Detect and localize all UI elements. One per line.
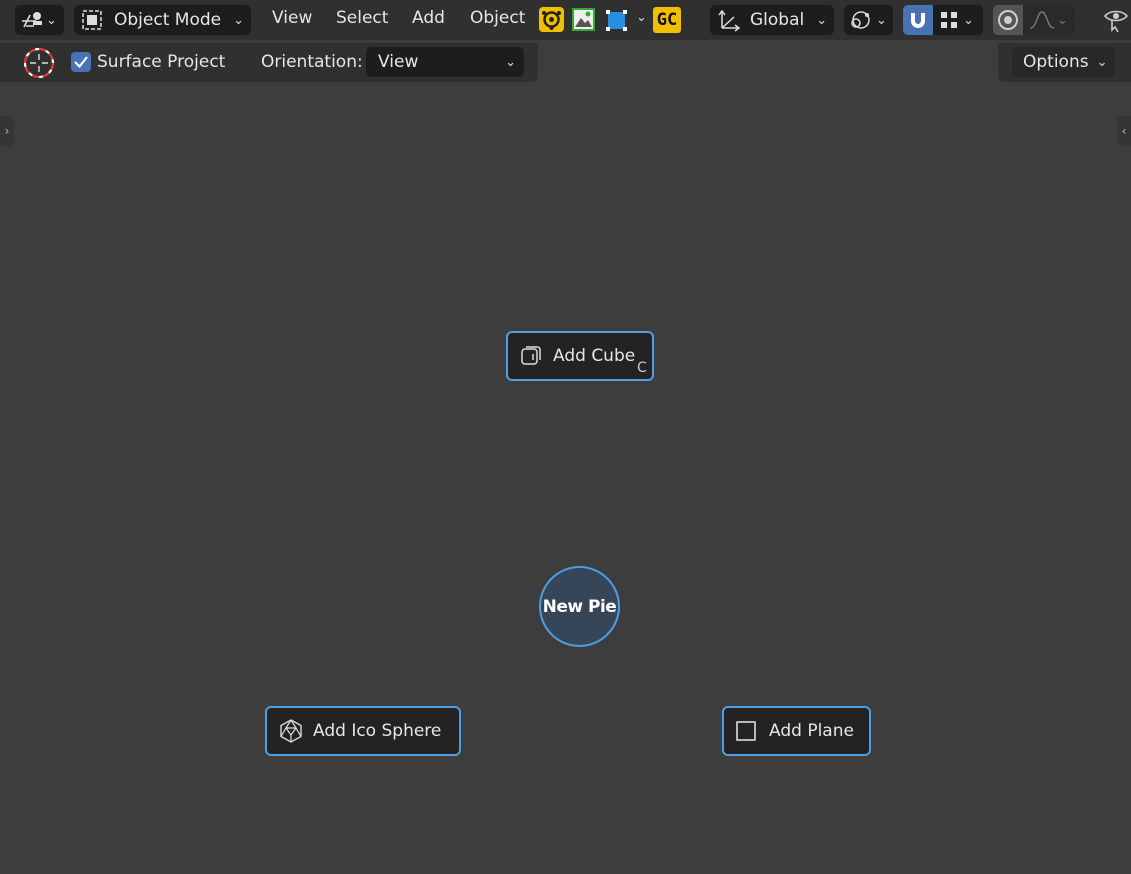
surface-project-checkbox[interactable]	[71, 52, 91, 72]
pivot-point-dropdown[interactable]: ⌄	[844, 5, 893, 35]
transform-orientation-dropdown[interactable]: Global ⌄	[710, 5, 834, 35]
sidebar-toggle[interactable]: ‹	[1117, 116, 1131, 146]
menu-add[interactable]: Add	[412, 8, 445, 28]
pivot-icon	[851, 11, 870, 29]
mode-label: Object Mode	[114, 10, 222, 30]
options-label: Options	[1023, 52, 1089, 72]
snap-toggle[interactable]	[903, 5, 933, 35]
toolbar-toggle[interactable]: ›	[0, 116, 14, 146]
camera-editor-icon	[22, 12, 42, 28]
snap-grid-icon	[941, 12, 957, 28]
ico-sphere-icon	[280, 719, 302, 743]
chevron-down-icon: ⌄	[816, 12, 828, 28]
object-mode-icon	[82, 10, 102, 30]
menu-object[interactable]: Object	[470, 8, 525, 28]
cursor-tool-icon[interactable]	[22, 46, 56, 80]
gc-addon-icon[interactable]: GC	[653, 7, 681, 33]
magnet-icon	[911, 13, 925, 28]
options-dropdown[interactable]: Options ⌄	[1012, 47, 1115, 77]
chevron-right-icon: ›	[4, 124, 10, 138]
orientation-dropdown[interactable]: View ⌄	[366, 47, 524, 77]
proportional-editing-toggle[interactable]	[993, 5, 1023, 35]
orientation-value: View	[378, 52, 419, 72]
pie-item-add-plane[interactable]: Add Plane	[722, 706, 871, 756]
tool-settings-header: Surface Project Orientation: View ⌄	[0, 43, 538, 82]
orientation-axes-icon	[718, 9, 741, 32]
plane-icon	[736, 721, 756, 741]
snap-target-dropdown[interactable]: ⌄	[933, 5, 983, 35]
shortcut-hint: C	[637, 360, 647, 376]
image-addon-icon[interactable]	[571, 7, 596, 32]
checkmark-icon	[74, 56, 88, 69]
pie-item-add-ico-sphere[interactable]: Add Ico Sphere	[265, 706, 461, 756]
mode-dropdown[interactable]: Object Mode ⌄	[74, 5, 251, 35]
pie-item-label: Add Cube	[553, 346, 636, 366]
chevron-down-icon: ⌄	[1096, 54, 1108, 70]
chevron-down-icon: ⌄	[233, 12, 244, 28]
chevron-down-icon: ⌄	[505, 54, 516, 70]
pie-item-label: Add Ico Sphere	[313, 721, 442, 741]
proportional-edit-icon	[998, 10, 1018, 30]
chevron-down-icon[interactable]: ⌄	[636, 10, 647, 25]
chevron-down-icon: ⌄	[963, 12, 974, 28]
orientation-prefix-label: Orientation:	[261, 52, 363, 72]
select-box-icon[interactable]	[603, 6, 631, 34]
menu-view[interactable]: View	[272, 8, 312, 28]
chevron-left-icon: ‹	[1121, 124, 1127, 138]
falloff-dropdown[interactable]: ⌄	[1023, 5, 1075, 35]
menu-select[interactable]: Select	[336, 8, 388, 28]
pie-item-add-cube[interactable]: Add Cube C	[506, 331, 654, 381]
surface-project-label[interactable]: Surface Project	[97, 52, 225, 72]
orientation-label: Global	[750, 10, 805, 30]
cube-icon	[521, 346, 541, 365]
editor-type-dropdown[interactable]: ⌄	[15, 5, 64, 35]
pie-item-label: Add Plane	[769, 721, 854, 741]
options-area: Options ⌄	[998, 43, 1131, 82]
chevron-down-icon: ⌄	[1057, 12, 1068, 28]
viewport-header: ⌄ Object Mode ⌄ View Select Add Object ⌄…	[0, 0, 1131, 40]
chevron-down-icon: ⌄	[876, 12, 887, 28]
chevron-down-icon: ⌄	[46, 12, 57, 28]
addon-gizmo-icon[interactable]	[539, 7, 564, 32]
falloff-curve-icon	[1029, 11, 1055, 29]
visibility-icon[interactable]	[1102, 6, 1131, 34]
pie-center: New Pie	[539, 566, 620, 647]
